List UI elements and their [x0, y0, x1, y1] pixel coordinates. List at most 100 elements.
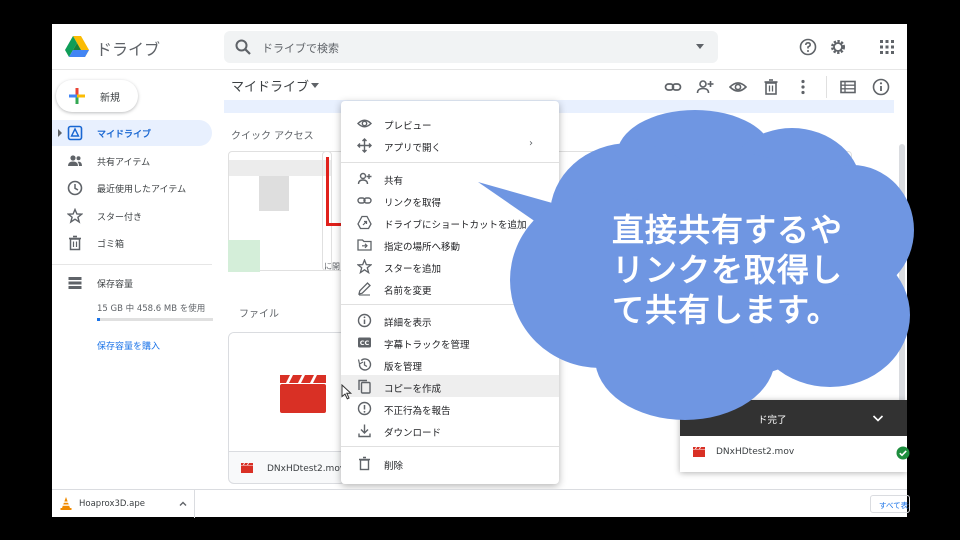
- quick-access-heading: クイック アクセス: [231, 131, 314, 142]
- menu-item-label: ダウンロード: [384, 428, 442, 439]
- callout-line: て共有します。: [612, 291, 840, 329]
- help-icon[interactable]: [799, 38, 817, 56]
- history-icon: [357, 358, 372, 371]
- my-drive-icon: [67, 125, 83, 141]
- sidebar-item-shared[interactable]: 共有アイテム: [52, 148, 212, 174]
- menu-item-label: プレビュー: [384, 121, 432, 132]
- show-all-label: すべて表示: [879, 501, 909, 510]
- callout-line: 直接共有するや: [612, 211, 844, 249]
- plus-icon: [69, 88, 85, 104]
- files-heading: ファイル: [239, 309, 279, 320]
- person-add-icon[interactable]: [696, 78, 714, 96]
- new-button-label: 新規: [100, 93, 120, 104]
- sidebar-item-starred[interactable]: スター付き: [52, 203, 212, 229]
- download-file-name[interactable]: DNxHDtest2.mov: [716, 447, 794, 457]
- star-icon: [67, 208, 83, 224]
- pencil-icon: [358, 282, 371, 296]
- shared-people-icon: [68, 155, 82, 166]
- copy-icon: [358, 379, 371, 394]
- menu-separator: [341, 446, 559, 447]
- video-file-icon: [693, 447, 705, 457]
- buy-storage-link[interactable]: 保存容量を購入: [97, 339, 160, 352]
- sidebar-item-my-drive[interactable]: マイドライブ: [52, 120, 212, 146]
- sidebar-item-label: スター付き: [97, 213, 143, 223]
- apps-grid-icon[interactable]: [878, 38, 896, 56]
- show-all-downloads-button[interactable]: すべて表示: [870, 495, 910, 513]
- download-complete-check-icon: [896, 446, 910, 460]
- storage-usage: 15 GB 中 458.6 MB を使用: [97, 304, 206, 314]
- folder-move-icon: [357, 239, 372, 251]
- quick-access-card-header: [229, 160, 331, 176]
- move-arrows-icon: [357, 138, 372, 153]
- info-icon: [357, 313, 372, 328]
- trash-icon: [69, 235, 81, 251]
- report-icon: [357, 401, 372, 416]
- menu-item-label: スターを追加: [384, 264, 442, 275]
- callout-text: 直接共有するや リンクを取得し て共有します。: [612, 210, 872, 330]
- search-options-caret-icon[interactable]: [696, 44, 704, 49]
- menu-item-label: 不正行為を報告: [384, 406, 451, 417]
- file-preview: [229, 333, 345, 451]
- sidebar-item-label: マイドライブ: [97, 130, 152, 140]
- clock-icon: [67, 180, 83, 196]
- file-card[interactable]: DNxHDtest2.mov: [228, 332, 346, 484]
- new-button[interactable]: 新規: [56, 80, 138, 112]
- breadcrumb[interactable]: マイドライブ: [231, 76, 309, 95]
- menu-item-label: 詳細を表示: [384, 318, 432, 329]
- more-vert-icon[interactable]: [794, 78, 812, 96]
- sidebar-item-recent[interactable]: 最近使用したアイテム: [52, 175, 212, 201]
- person-add-icon: [357, 172, 372, 185]
- menu-item-label: 共有: [384, 176, 404, 187]
- trash-icon[interactable]: [762, 78, 780, 96]
- chevron-up-icon[interactable]: [178, 499, 188, 509]
- menu-item-label: 版を管理: [384, 362, 423, 373]
- sidebar-item-label: ゴミ箱: [97, 240, 125, 250]
- eye-icon: [357, 119, 372, 128]
- menu-item-label: 字幕トラックを管理: [384, 340, 470, 351]
- annotation-line: [326, 157, 329, 226]
- trash-icon: [359, 456, 370, 471]
- file-name: DNxHDtest2.mov: [267, 464, 346, 474]
- callout-line: リンクを取得し: [612, 251, 844, 289]
- sidebar-item-label: 最近使用したアイテム: [97, 185, 187, 195]
- search-icon[interactable]: [234, 38, 252, 56]
- menu-item-label: アプリで開く: [384, 143, 442, 154]
- quick-access-thumbnail: [228, 240, 260, 272]
- sidebar-item-label: 共有アイテム: [97, 158, 151, 168]
- storage-progress-bar: [97, 318, 213, 321]
- menu-item-label: コピーを作成: [384, 384, 442, 395]
- eye-icon[interactable]: [729, 78, 747, 96]
- svg-text:CC: CC: [360, 339, 370, 347]
- star-icon: [357, 259, 372, 274]
- sidebar-item-storage[interactable]: 保存容量: [52, 270, 212, 296]
- storage-label: 保存容量: [97, 280, 134, 290]
- expand-arrow-icon[interactable]: [58, 129, 62, 137]
- link-icon[interactable]: [664, 78, 682, 96]
- app-name: ドライブ: [96, 40, 161, 59]
- menu-item-label: リンクを取得: [384, 198, 442, 209]
- sidebar-divider: [52, 264, 212, 265]
- search-box[interactable]: ドライブで検索: [224, 31, 718, 63]
- download-shelf-file-name: Hoaprox3D.ape: [79, 499, 145, 509]
- drive-logo-icon[interactable]: [64, 35, 90, 59]
- quick-access-thumbnail: [259, 176, 289, 211]
- breadcrumb-caret-icon[interactable]: [311, 83, 319, 88]
- menu-item-label: 削除: [384, 461, 404, 472]
- menu-item-delete[interactable]: 削除: [341, 452, 559, 474]
- download-shelf-item[interactable]: Hoaprox3D.ape: [52, 490, 195, 518]
- video-clapperboard-icon: [280, 375, 326, 413]
- storage-icon: [68, 277, 82, 289]
- storage-progress-fill: [97, 318, 101, 321]
- gear-icon[interactable]: [829, 38, 847, 56]
- link-icon: [357, 197, 372, 204]
- toolbar-divider: [826, 76, 827, 98]
- file-card-footer: DNxHDtest2.mov: [229, 451, 346, 483]
- download-shelf: Hoaprox3D.ape すべて表示: [52, 489, 910, 518]
- list-view-icon[interactable]: [839, 78, 857, 96]
- drive-shortcut-icon: [357, 215, 372, 230]
- sidebar-item-trash[interactable]: ゴミ箱: [52, 230, 212, 256]
- mouse-cursor-icon: [341, 384, 353, 400]
- cc-icon: CC: [358, 337, 371, 348]
- info-icon[interactable]: [872, 78, 890, 96]
- video-file-icon: [241, 463, 253, 473]
